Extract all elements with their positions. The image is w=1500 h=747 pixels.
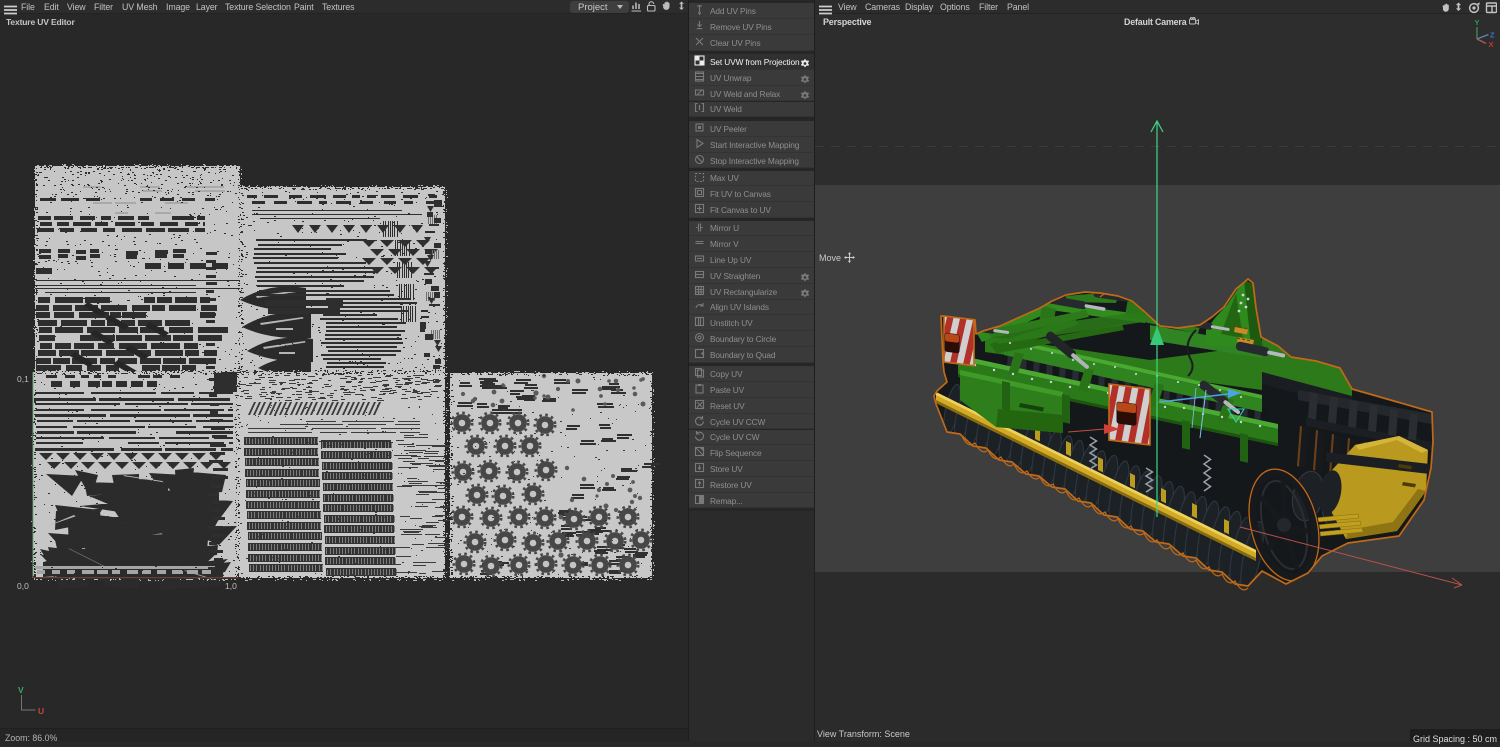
svg-text:U: U — [38, 706, 44, 716]
svg-text:V: V — [18, 685, 24, 695]
